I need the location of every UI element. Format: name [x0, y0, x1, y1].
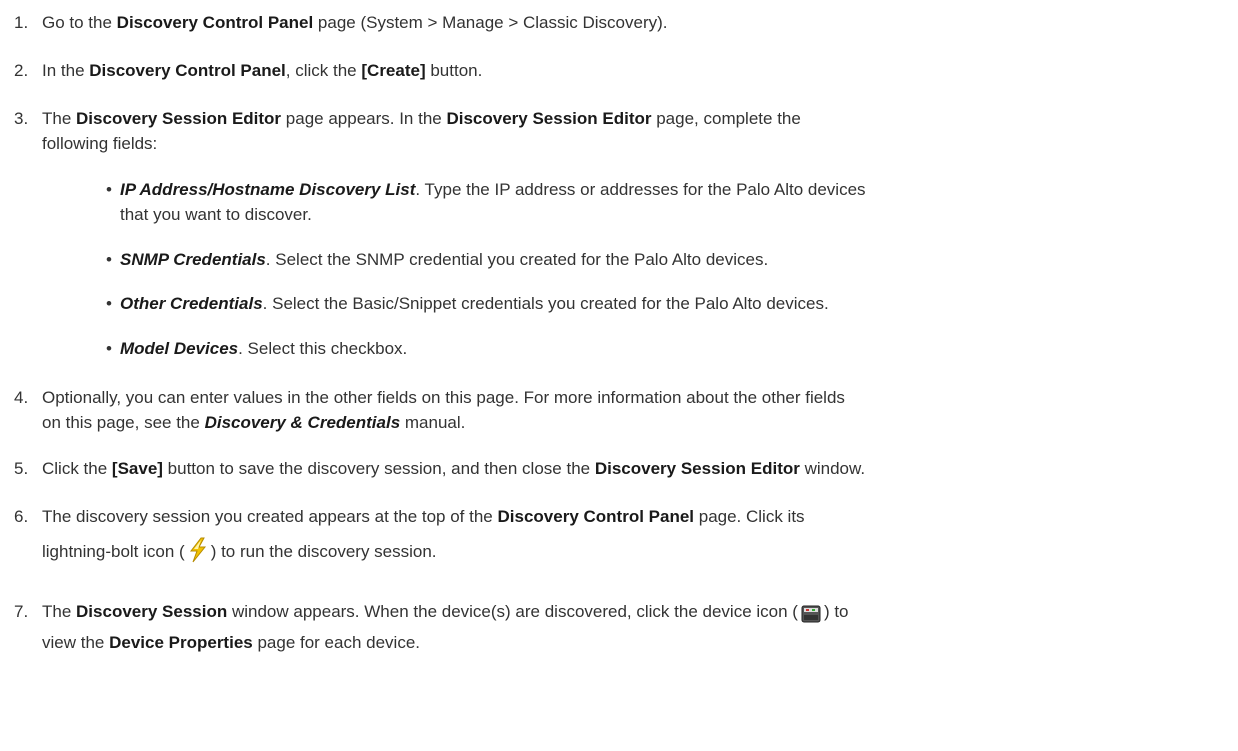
manual-reference: Discovery & Credentials	[204, 413, 401, 432]
step-number: 4.	[14, 388, 29, 407]
ui-reference: Discovery Control Panel	[116, 13, 314, 32]
step-number: 6.	[14, 507, 29, 526]
ui-reference: Discovery Session Editor	[76, 109, 282, 128]
bullet-dot: •	[106, 250, 112, 269]
bullet-item: • Model Devices. Select this checkbox.	[106, 336, 1238, 361]
step-number: 5.	[14, 459, 29, 478]
step-text: Go to the Discovery Control Panel page (…	[42, 13, 668, 32]
ui-reference: Discovery Control Panel	[497, 507, 695, 526]
bullet-dot: •	[106, 294, 112, 313]
bullet-item: • IP Address/Hostname Discovery List. Ty…	[106, 177, 1238, 227]
field-name: Model Devices	[120, 339, 239, 358]
field-name: IP Address/Hostname Discovery List	[120, 180, 416, 199]
bullet-dot: •	[106, 339, 112, 358]
button-reference: [Save]	[111, 459, 163, 478]
bullet-item: • Other Credentials. Select the Basic/Sn…	[106, 291, 1238, 316]
ui-reference: Discovery Session	[76, 602, 228, 621]
button-reference: [Create]	[361, 61, 426, 80]
step-text: Click the [Save] button to save the disc…	[42, 459, 866, 478]
ui-reference: Device Properties	[109, 633, 253, 652]
ui-reference: Discovery Control Panel	[89, 61, 286, 80]
step-text: In the Discovery Control Panel, click th…	[42, 61, 483, 80]
step-text: Optionally, you can enter values in the …	[42, 388, 845, 432]
step-text: The Discovery Session Editor page appear…	[42, 109, 801, 153]
bullet-item: • SNMP Credentials. Select the SNMP cred…	[106, 247, 1238, 272]
step-number: 7.	[14, 602, 29, 621]
step-number: 2.	[14, 61, 29, 80]
step-number: 3.	[14, 109, 29, 128]
device-icon	[801, 605, 821, 630]
step-text: The discovery session you created appear…	[42, 499, 1230, 575]
field-name: Other Credentials	[120, 294, 263, 313]
bullet-dot: •	[106, 180, 112, 199]
step-number: 1.	[14, 13, 29, 32]
field-name: SNMP Credentials	[120, 250, 266, 269]
procedure-document: 1. Go to the Discovery Control Panel pag…	[0, 0, 1238, 751]
step-text: The Discovery Session window appears. Wh…	[42, 602, 849, 652]
ui-reference: Discovery Session Editor	[446, 109, 652, 128]
lightning-bolt-icon	[188, 537, 208, 575]
ui-reference: Discovery Session Editor	[594, 459, 800, 478]
